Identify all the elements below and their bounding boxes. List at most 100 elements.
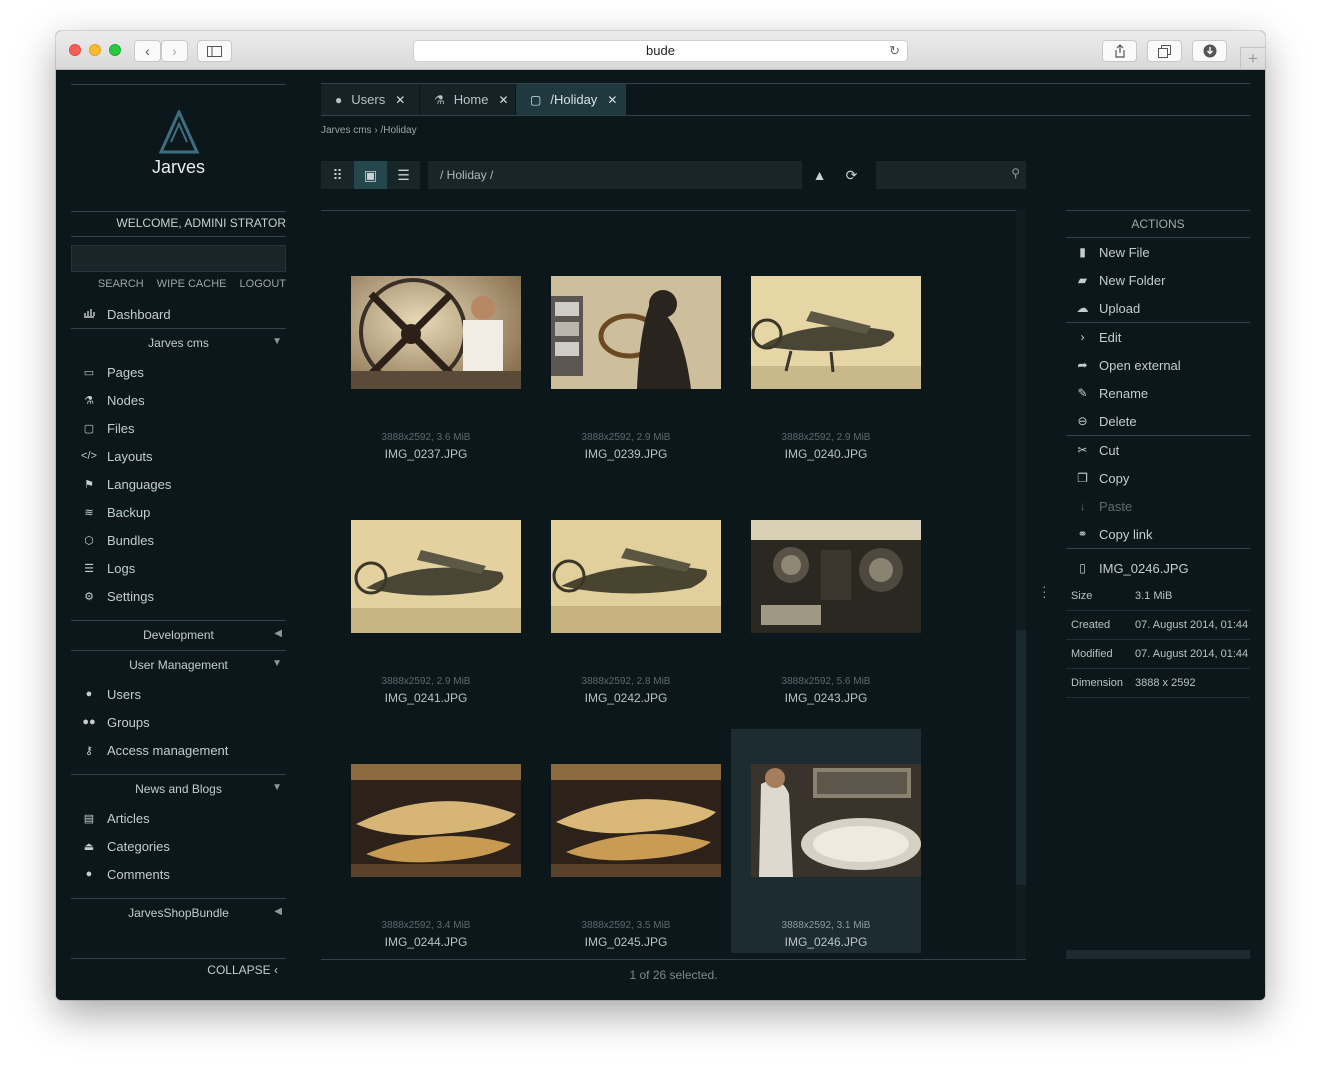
sidebar-item-label: Logs: [107, 560, 136, 576]
sidebar-item-dashboard[interactable]: Dashboard: [71, 300, 286, 328]
breadcrumb-separator: ›: [374, 125, 378, 136]
path-input[interactable]: / Holiday /: [428, 161, 802, 189]
sidebar-item-backup[interactable]: ≋ Backup: [71, 498, 286, 526]
tab-label: Home: [453, 92, 489, 107]
list-view-button[interactable]: ☰: [387, 161, 420, 189]
cut-button[interactable]: ✂ Cut: [1066, 436, 1250, 464]
close-tab-icon[interactable]: ✕: [395, 93, 405, 107]
file-grid-scroll-thumb[interactable]: [1016, 630, 1026, 885]
prop-key: Modified: [1071, 648, 1113, 660]
sidebar-item-layouts[interactable]: </> Layouts: [71, 442, 286, 470]
file-meta: 3888x2592, 2.9 MiB: [381, 676, 471, 687]
collapse-button[interactable]: COLLAPSE ‹: [71, 963, 286, 977]
sidebar-item-languages[interactable]: ⚑ Languages: [71, 470, 286, 498]
copy-button[interactable]: ❐ Copy: [1066, 464, 1250, 492]
sidebar-item-users[interactable]: ● Users: [71, 680, 286, 708]
code-icon: </>: [81, 450, 97, 462]
new-folder-button[interactable]: ▰ New Folder: [1066, 266, 1250, 294]
copy-link-button[interactable]: ⚭ Copy link: [1066, 520, 1250, 548]
sidebar-toggle-button[interactable]: [197, 40, 232, 62]
section-user-management[interactable]: User Management ▼: [71, 651, 286, 679]
section-news-and-blogs[interactable]: News and Blogs ▼: [71, 775, 286, 803]
sidebar-item-articles[interactable]: ▤ Articles: [71, 804, 286, 832]
tab-users[interactable]: ● Users ✕: [321, 84, 420, 115]
chevron-right-icon: ›: [172, 43, 177, 59]
open-external-button[interactable]: ➦ Open external: [1066, 351, 1250, 379]
grid-view-button[interactable]: ⠿: [321, 161, 354, 189]
prop-value: 3888 x 2592: [1135, 677, 1196, 689]
folder-icon: ▢: [530, 92, 542, 107]
close-window-button[interactable]: [69, 44, 81, 56]
paste-button[interactable]: ↓ Paste: [1066, 492, 1250, 520]
go-up-button[interactable]: ▲: [803, 161, 836, 189]
tabs-overview-button[interactable]: [1147, 40, 1182, 62]
sidebar-item-settings[interactable]: ⚙ Settings: [71, 582, 286, 610]
wipe-cache-link[interactable]: WIPE CACHE: [157, 278, 227, 290]
sidebar-item-bundles[interactable]: ⬡ Bundles: [71, 526, 286, 554]
new-tab-button[interactable]: +: [1240, 47, 1265, 70]
file-tile[interactable]: 3888x2592, 2.8 MiB IMG_0242.JPG: [531, 485, 721, 709]
section-jarves-shop-bundle[interactable]: JarvesShopBundle ◀: [71, 899, 286, 927]
file-search-input[interactable]: ⚲: [876, 161, 1026, 189]
sidebar-item-logs[interactable]: ☰ Logs: [71, 554, 286, 582]
new-file-button[interactable]: ▮ New File: [1066, 238, 1250, 266]
divider: [1066, 548, 1250, 549]
image-thumbnail: [751, 276, 921, 389]
sidebar-item-access-management[interactable]: ⚷ Access management: [71, 736, 286, 764]
divider: [71, 958, 286, 959]
section-label: Jarves cms: [148, 336, 209, 350]
sidebar-item-label: Bundles: [107, 532, 154, 548]
close-tab-icon[interactable]: ✕: [498, 93, 508, 107]
sidebar-item-pages[interactable]: ▭ Pages: [71, 358, 286, 386]
file-tile[interactable]: 3888x2592, 5.6 MiB IMG_0243.JPG: [731, 485, 921, 709]
address-bar[interactable]: bude ↻: [413, 40, 908, 62]
delete-button[interactable]: ⊖ Delete: [1066, 407, 1250, 435]
section-jarves-cms[interactable]: Jarves cms ▼: [71, 329, 286, 357]
section-development[interactable]: Development ◀: [71, 621, 286, 649]
file-tile[interactable]: 3888x2592, 2.9 MiB IMG_0241.JPG: [331, 485, 521, 709]
logout-link[interactable]: LOGOUT: [240, 278, 286, 290]
tab-holiday[interactable]: ▢ /Holiday ✕: [516, 84, 627, 115]
breadcrumb-current[interactable]: /Holiday: [380, 125, 416, 136]
resize-handle-icon[interactable]: · · ·: [1042, 579, 1047, 603]
file-tile[interactable]: 3888x2592, 2.9 MiB IMG_0239.JPG: [531, 241, 721, 465]
sidebar-item-categories[interactable]: ⏏ Categories: [71, 832, 286, 860]
key-icon: ⚷: [84, 744, 94, 757]
sidebar-item-label: Groups: [107, 714, 150, 730]
sidebar-item-groups[interactable]: ●● Groups: [71, 708, 286, 736]
jarves-logo[interactable]: Jarves: [71, 108, 286, 178]
file-tile[interactable]: 3888x2592, 3.5 MiB IMG_0245.JPG: [531, 729, 721, 953]
minimize-window-button[interactable]: [89, 44, 101, 56]
thumbnail-view-button[interactable]: ▣: [354, 161, 387, 189]
file-grid: 3888x2592, 3.6 MiB IMG_0237.JPG 3888x259…: [321, 241, 1016, 990]
search-link[interactable]: SEARCH: [98, 278, 144, 290]
close-tab-icon[interactable]: ✕: [607, 93, 617, 107]
sidebar-item-files[interactable]: ▢ Files: [71, 414, 286, 442]
breadcrumb-root[interactable]: Jarves cms: [321, 125, 372, 136]
sidebar-item-label: Dashboard: [107, 306, 171, 322]
sitemap-icon: ⚗: [84, 394, 94, 407]
maximize-window-button[interactable]: [109, 44, 121, 56]
rename-button[interactable]: ✎ Rename: [1066, 379, 1250, 407]
share-button[interactable]: [1102, 40, 1137, 62]
back-button[interactable]: ‹: [134, 40, 161, 62]
forward-button[interactable]: ›: [161, 40, 188, 62]
downloads-button[interactable]: [1192, 40, 1227, 62]
edit-button[interactable]: › Edit: [1066, 323, 1250, 351]
prop-dimension: Dimension 3888 x 2592: [1066, 669, 1250, 698]
refresh-button[interactable]: ⟳: [835, 161, 868, 189]
prop-value: 07. August 2014, 01:44: [1135, 619, 1249, 631]
sidebar-search-input[interactable]: [71, 245, 286, 272]
file-tile-selected[interactable]: 3888x2592, 3.1 MiB IMG_0246.JPG: [731, 729, 921, 953]
file-tile[interactable]: 3888x2592, 2.9 MiB IMG_0240.JPG: [731, 241, 921, 465]
chevron-right-icon: ›: [1080, 330, 1085, 344]
image-thumbnail: [751, 764, 921, 877]
sidebar-item-nodes[interactable]: ⚗ Nodes: [71, 386, 286, 414]
file-tile[interactable]: 3888x2592, 3.6 MiB IMG_0237.JPG: [331, 241, 521, 465]
file-tile[interactable]: 3888x2592, 3.4 MiB IMG_0244.JPG: [331, 729, 521, 953]
sidebar-item-comments[interactable]: ● Comments: [71, 860, 286, 888]
upload-icon: ☁: [1076, 301, 1089, 315]
upload-button[interactable]: ☁ Upload: [1066, 294, 1250, 322]
tab-home[interactable]: ⚗ Home ✕: [420, 84, 516, 115]
reload-icon[interactable]: ↻: [889, 41, 900, 61]
